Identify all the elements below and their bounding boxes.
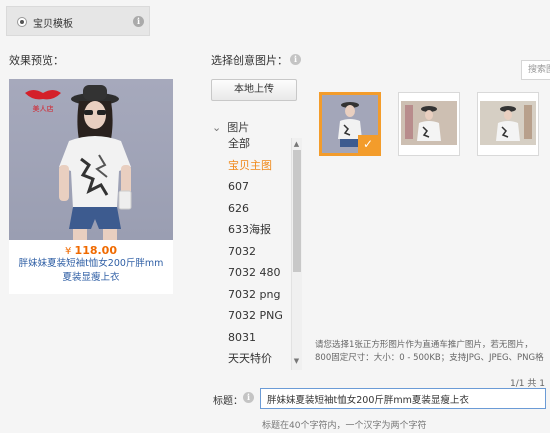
image-thumbnail[interactable] — [398, 92, 460, 156]
image-thumbnail[interactable] — [477, 92, 539, 156]
template-label: 宝贝模板 — [33, 19, 73, 30]
logo-text: 美人店 — [33, 104, 54, 113]
product-title-preview[interactable]: 胖妹妹夏装短袖t恤女200斤胖mm夏装显瘦上衣 — [15, 257, 167, 285]
model-photo-icon: 美人店 — [25, 85, 132, 240]
template-radio[interactable] — [17, 17, 27, 27]
thumbnail-photo-icon — [478, 93, 538, 155]
folder-item[interactable]: 7032 — [214, 241, 290, 263]
folder-list: 全部 宝贝主图 607 626 633海报 7032 7032 480 7032… — [214, 133, 290, 370]
folder-item[interactable]: 7032 480 — [214, 262, 290, 284]
product-image: 美人店 — [9, 79, 173, 240]
info-icon[interactable]: i — [133, 16, 144, 27]
template-tab[interactable]: 宝贝模板 i — [6, 6, 150, 36]
folder-item[interactable]: 607 — [214, 176, 290, 198]
picker-info-icon[interactable]: i — [290, 54, 301, 65]
scroll-down-icon[interactable]: ▼ — [291, 356, 302, 366]
folder-item-main-images[interactable]: 宝贝主图 — [214, 155, 290, 177]
local-upload-button[interactable]: 本地上传 — [211, 79, 297, 101]
folder-item[interactable]: 7032 PNG — [214, 305, 290, 327]
folder-item[interactable]: 8031 — [214, 327, 290, 349]
hint-line: 请您选择1张正方形图片作为直通车推广图片，若无图片， — [315, 340, 533, 350]
thumbnail-photo-icon — [399, 93, 459, 155]
scroll-thumb[interactable] — [293, 150, 301, 272]
title-input[interactable] — [260, 388, 546, 409]
image-search-input[interactable]: 搜索图 — [521, 60, 550, 80]
title-info-icon[interactable]: i — [243, 392, 254, 403]
product-price: ¥ 118.00 — [64, 244, 117, 257]
upload-hint: 请您选择1张正方形图片作为直通车推广图片，若无图片， 800固定尺寸：大小：0 … — [315, 339, 550, 365]
folder-item[interactable]: 626 — [214, 198, 290, 220]
check-icon: ✓ — [358, 135, 378, 153]
title-label: 标题： — [213, 396, 243, 407]
preview-label: 效果预览： — [9, 54, 64, 67]
hint-line: 800固定尺寸：大小：0 - 500KB；支持JPG、JPEG、PNG格 — [315, 353, 544, 363]
title-note: 标题在40个字符内，一个汉字为两个字符 — [262, 421, 427, 431]
folder-item[interactable]: 633海报 — [214, 219, 290, 241]
preview-card: 美人店 ¥ 118.00 胖妹妹夏装短袖t恤女200斤胖mm夏装显瘦上衣 — [9, 79, 173, 294]
picker-label: 选择创意图片： — [211, 54, 288, 67]
scroll-up-icon[interactable]: ▲ — [291, 139, 302, 149]
folder-item-all[interactable]: 全部 — [214, 133, 290, 155]
image-thumbnail-selected[interactable]: ✓ — [319, 92, 381, 156]
folder-item[interactable]: 7032 png — [214, 284, 290, 306]
folder-item[interactable]: 天天特价 — [214, 348, 290, 370]
